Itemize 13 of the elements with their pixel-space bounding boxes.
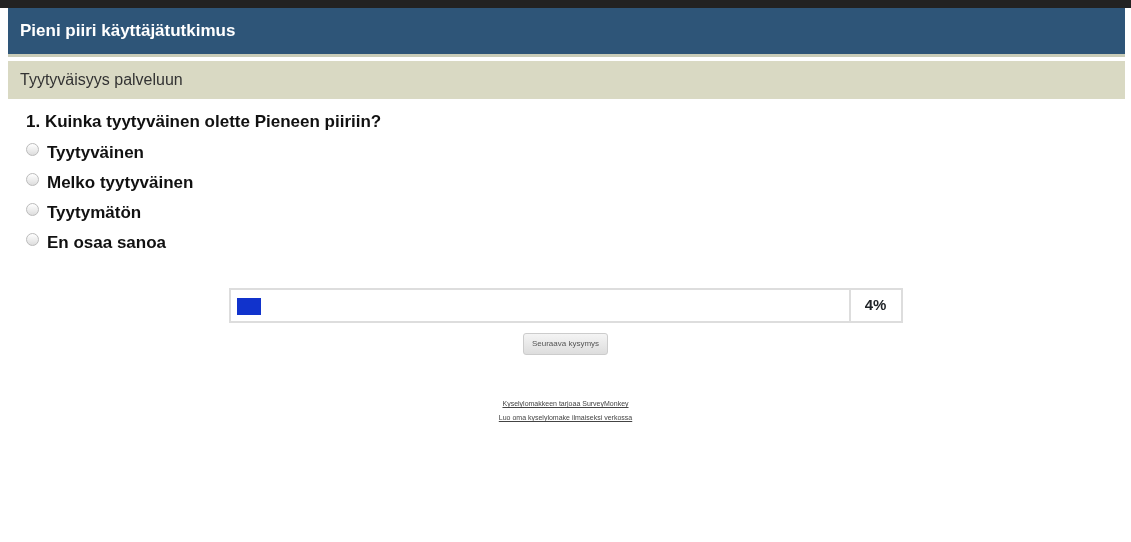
radio-button[interactable]: [26, 172, 39, 186]
option-label[interactable]: En osaa sanoa: [47, 230, 167, 256]
question-text: 1. Kuinka tyytyväinen olette Pieneen piiriin?: [26, 110, 383, 133]
survey-title: Pieni piiri käyttäjätutkimus: [8, 8, 1125, 57]
option-label[interactable]: Tyytyväinen: [47, 140, 144, 166]
progress-percent: 4%: [863, 295, 888, 316]
next-question-button[interactable]: Seuraava kysymys: [522, 333, 609, 355]
radio-button[interactable]: [26, 232, 39, 246]
radio-button[interactable]: [26, 202, 39, 216]
option-label[interactable]: Tyytymätön: [47, 200, 142, 226]
radio-button[interactable]: [26, 142, 39, 156]
section-title: Tyytyväisyys palveluun: [8, 60, 1125, 99]
option-label[interactable]: Melko tyytyväinen: [47, 170, 194, 196]
